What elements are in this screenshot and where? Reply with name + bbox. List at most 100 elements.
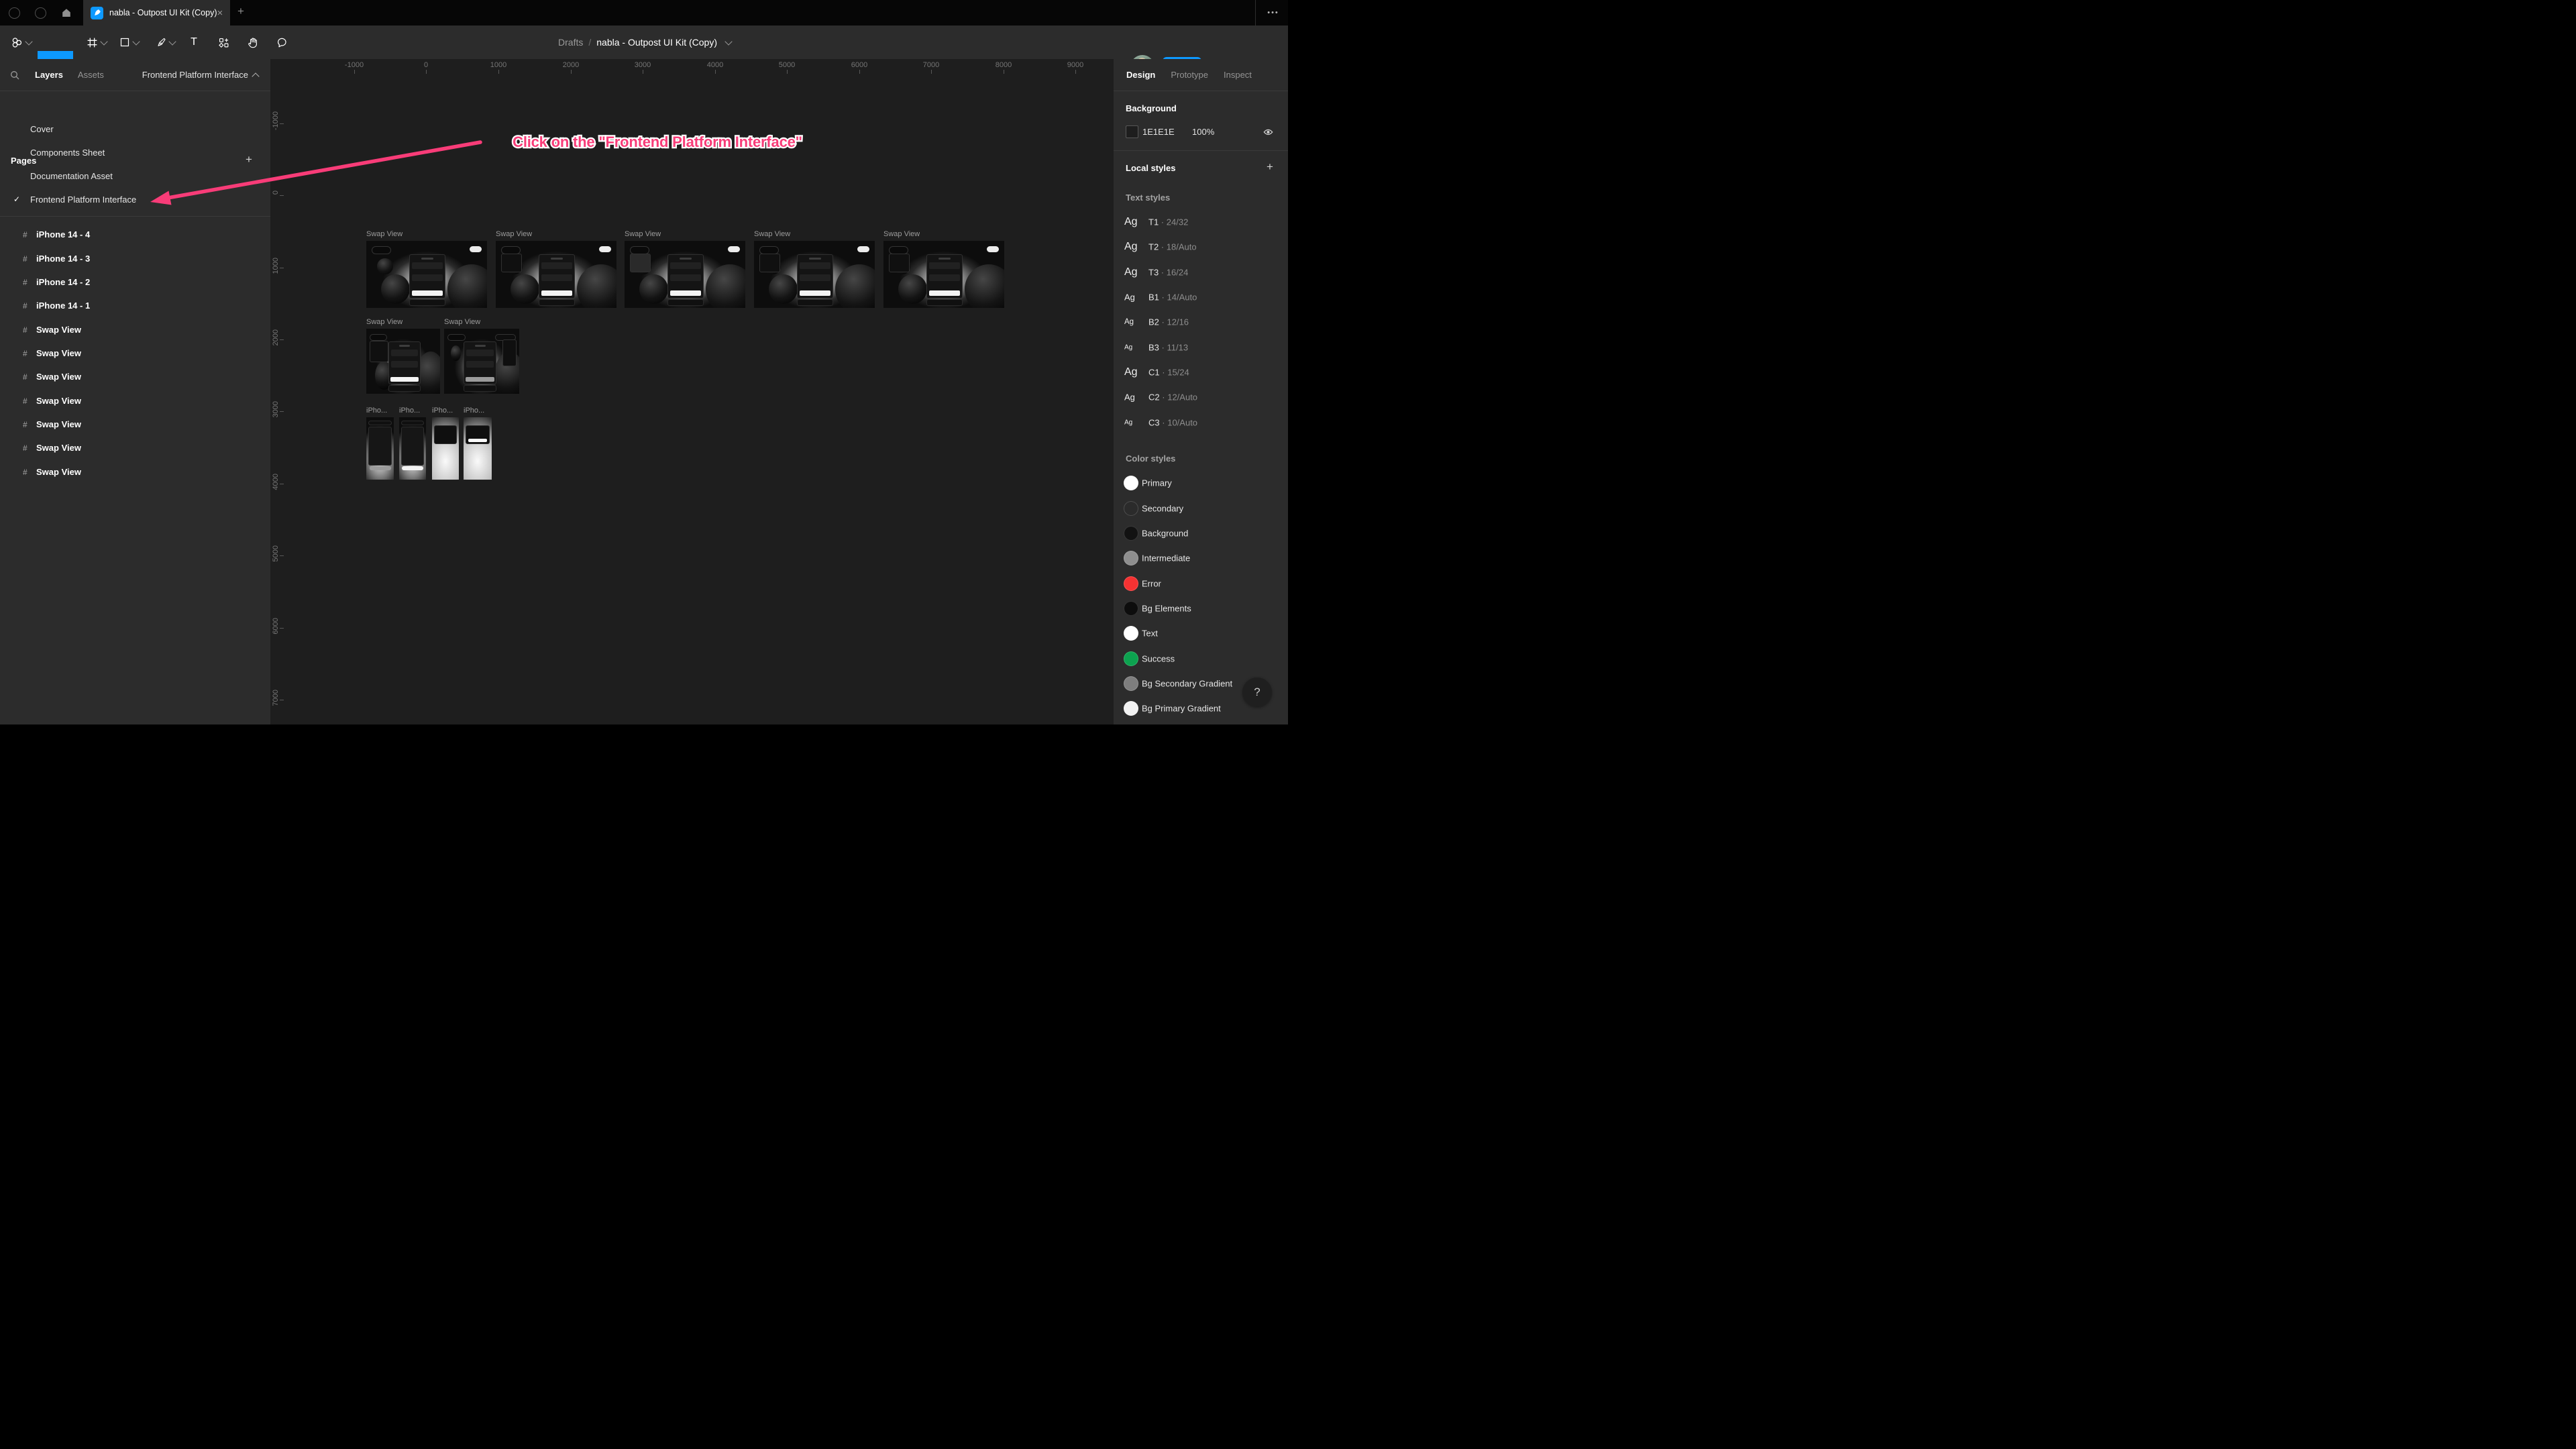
text-style-row[interactable]: Ag T2 · 18/Auto bbox=[1114, 237, 1288, 257]
page-item-frontend-platform-interface[interactable]: ✓ Frontend Platform Interface bbox=[0, 189, 270, 209]
text-style-row[interactable]: Ag C1 · 15/24 bbox=[1114, 362, 1288, 382]
canvas-frame-swap-view[interactable] bbox=[625, 241, 745, 308]
layer-row[interactable]: # Swap View bbox=[0, 389, 270, 413]
text-tool-button[interactable]: T bbox=[184, 25, 204, 59]
breadcrumb-folder[interactable]: Drafts bbox=[558, 37, 583, 48]
frame-label[interactable]: Swap View bbox=[366, 318, 402, 326]
canvas-frame-iphone[interactable] bbox=[399, 417, 426, 480]
text-style-row[interactable]: Ag C2 · 12/Auto bbox=[1114, 387, 1288, 407]
layer-row[interactable]: # Swap View bbox=[0, 436, 270, 460]
nav-back-circle[interactable] bbox=[9, 7, 20, 19]
resources-icon bbox=[218, 37, 229, 48]
color-swatch[interactable] bbox=[1126, 125, 1138, 138]
layer-row[interactable]: # Swap View bbox=[0, 460, 270, 484]
color-style-row[interactable]: Secondary bbox=[1114, 498, 1288, 519]
tab-prototype[interactable]: Prototype bbox=[1171, 70, 1208, 80]
canvas-frame-swap-view[interactable] bbox=[754, 241, 875, 308]
sphere-decoration bbox=[769, 274, 798, 304]
layer-row[interactable]: # Swap View bbox=[0, 413, 270, 436]
main-toolbar: T Drafts / nabla - Outpost UI Kit (Copy) bbox=[0, 25, 1288, 59]
layer-row[interactable]: # Swap View bbox=[0, 365, 270, 388]
layer-row[interactable]: # iPhone 14 - 3 bbox=[0, 247, 270, 270]
canvas-frame-swap-view[interactable] bbox=[883, 241, 1004, 308]
close-tab-icon[interactable]: × bbox=[217, 7, 223, 19]
frame-label[interactable]: Swap View bbox=[754, 230, 790, 238]
color-style-row[interactable]: Success bbox=[1114, 649, 1288, 669]
window-menu-dots-icon[interactable]: ••• bbox=[1260, 0, 1287, 25]
tab-assets[interactable]: Assets bbox=[78, 70, 104, 80]
nav-forward-circle[interactable] bbox=[35, 7, 46, 19]
breadcrumb[interactable]: Drafts / nabla - Outpost UI Kit (Copy) bbox=[558, 25, 731, 59]
frame-label[interactable]: iPho... bbox=[366, 407, 394, 415]
canvas-frame-swap-view[interactable] bbox=[496, 241, 616, 308]
layer-row[interactable]: # Swap View bbox=[0, 318, 270, 341]
new-tab-icon[interactable]: + bbox=[237, 5, 244, 18]
search-icon[interactable] bbox=[9, 70, 20, 80]
layer-row[interactable]: # Swap View bbox=[0, 341, 270, 365]
text-style-row[interactable]: Ag B1 · 14/Auto bbox=[1114, 287, 1288, 307]
shape-tool-button[interactable] bbox=[114, 25, 144, 59]
tab-inspect[interactable]: Inspect bbox=[1224, 70, 1252, 80]
ruler-label: -1000 bbox=[345, 61, 364, 69]
chevron-down-icon[interactable] bbox=[724, 38, 732, 45]
color-style-row[interactable]: Error bbox=[1114, 574, 1288, 594]
frame-label[interactable]: Swap View bbox=[625, 230, 661, 238]
color-style-row[interactable]: Primary bbox=[1114, 473, 1288, 493]
page-item-components-sheet[interactable]: Components Sheet bbox=[0, 142, 270, 162]
ruler-label: 6000 bbox=[851, 61, 867, 69]
file-tab[interactable]: nabla - Outpost UI Kit (Copy) × bbox=[83, 0, 230, 25]
frame-label[interactable]: iPho... bbox=[432, 407, 459, 415]
frame-label[interactable]: iPho... bbox=[399, 407, 426, 415]
canvas-frame-iphone[interactable] bbox=[366, 417, 394, 480]
tab-design[interactable]: Design bbox=[1126, 70, 1155, 80]
mini-nav-pill bbox=[370, 334, 387, 341]
check-icon: ✓ bbox=[13, 195, 20, 204]
canvas-frame-swap-view[interactable] bbox=[444, 329, 519, 394]
frame-label[interactable]: Swap View bbox=[444, 318, 480, 326]
dot-separator: · bbox=[1162, 418, 1165, 428]
text-style-row[interactable]: Ag T3 · 16/24 bbox=[1114, 262, 1288, 282]
background-color-row[interactable]: 1E1E1E 100% bbox=[1114, 125, 1288, 138]
frame-label[interactable]: Swap View bbox=[496, 230, 532, 238]
comment-tool-button[interactable] bbox=[270, 25, 293, 59]
layer-row[interactable]: # iPhone 14 - 1 bbox=[0, 294, 270, 317]
color-style-row[interactable]: Background bbox=[1114, 523, 1288, 543]
background-opacity-value[interactable]: 100% bbox=[1192, 127, 1214, 137]
canvas-frame-iphone[interactable] bbox=[432, 417, 459, 480]
page-item-documentation-asset[interactable]: Documentation Asset bbox=[0, 166, 270, 186]
layer-row[interactable]: # iPhone 14 - 2 bbox=[0, 270, 270, 294]
frame-label[interactable]: Swap View bbox=[366, 230, 402, 238]
home-icon[interactable] bbox=[60, 7, 72, 19]
help-button[interactable]: ? bbox=[1242, 678, 1272, 707]
sphere-decoration bbox=[511, 274, 539, 304]
color-swatch bbox=[1124, 501, 1138, 516]
tab-layers[interactable]: Layers bbox=[35, 70, 63, 80]
resources-tool-button[interactable] bbox=[212, 25, 235, 59]
text-style-row[interactable]: Ag T1 · 24/32 bbox=[1114, 212, 1288, 232]
add-style-icon[interactable]: + bbox=[1267, 160, 1273, 174]
page-item-cover[interactable]: Cover bbox=[0, 119, 270, 139]
color-swatch bbox=[1124, 601, 1138, 616]
frame-label[interactable]: Swap View bbox=[883, 230, 920, 238]
color-style-row[interactable]: Bg Elements bbox=[1114, 598, 1288, 619]
hand-tool-button[interactable] bbox=[241, 25, 264, 59]
page-selector[interactable]: Frontend Platform Interface bbox=[142, 59, 258, 91]
canvas-frame-iphone[interactable] bbox=[464, 417, 492, 480]
layer-row[interactable]: # iPhone 14 - 4 bbox=[0, 223, 270, 246]
canvas-frame-swap-view[interactable] bbox=[366, 329, 440, 394]
background-hex-value[interactable]: 1E1E1E bbox=[1142, 127, 1175, 137]
style-sample: Ag bbox=[1124, 392, 1135, 402]
pen-tool-button[interactable] bbox=[150, 25, 180, 59]
main-menu-button[interactable] bbox=[7, 25, 36, 59]
layer-name: Swap View bbox=[36, 325, 81, 335]
text-style-row[interactable]: Ag C3 · 10/Auto bbox=[1114, 413, 1288, 433]
color-style-row[interactable]: Text bbox=[1114, 623, 1288, 643]
canvas-frame-swap-view[interactable] bbox=[366, 241, 487, 308]
text-style-row[interactable]: Ag B3 · 11/13 bbox=[1114, 337, 1288, 358]
eye-visibility-icon[interactable] bbox=[1263, 126, 1274, 138]
color-style-row[interactable]: Intermediate bbox=[1114, 548, 1288, 568]
canvas-viewport[interactable]: -1000 0 1000 2000 3000 4000 5000 6000 70… bbox=[270, 59, 1114, 724]
text-style-row[interactable]: Ag B2 · 12/16 bbox=[1114, 312, 1288, 332]
frame-tool-button[interactable] bbox=[82, 25, 111, 59]
frame-label[interactable]: iPho... bbox=[464, 407, 492, 415]
